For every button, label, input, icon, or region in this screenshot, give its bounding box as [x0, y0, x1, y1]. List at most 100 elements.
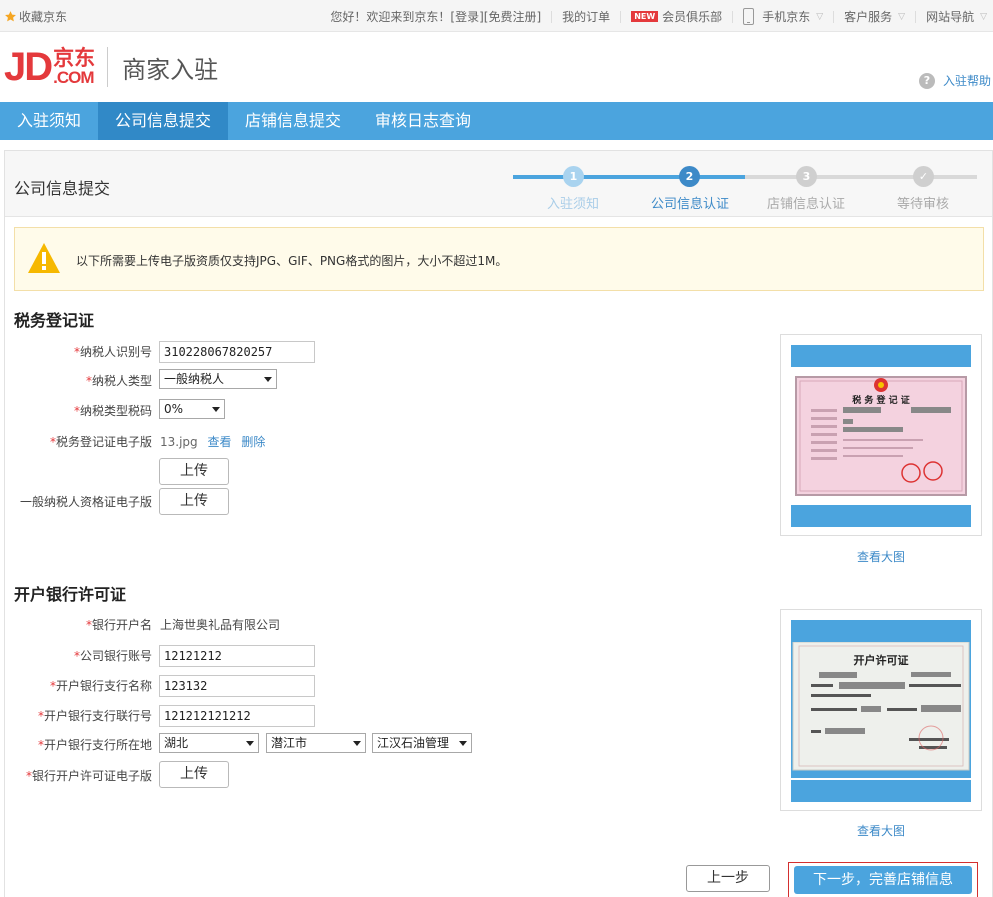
site-nav-link[interactable]: 网站导航 — [926, 8, 974, 25]
customer-service-link[interactable]: 客户服务 — [844, 8, 892, 25]
logo-cn-block: 京东 .COM — [53, 46, 96, 87]
tax-cert-file: 13.jpg 查看 删除 — [160, 433, 265, 450]
my-orders-link[interactable]: 我的订单 — [562, 8, 610, 25]
top-links: 您好！欢迎来到京东！ [登录] [免费注册] 我的订单 NEW 会员俱乐部 手机… — [330, 8, 993, 25]
step-2-label: 公司信息认证 — [650, 197, 729, 212]
welcome-text: 您好！欢迎来到京东！ — [330, 10, 451, 24]
bank-license-upload-button[interactable]: 上传 — [159, 761, 229, 788]
bank-account-no-label: *公司银行账号 — [73, 649, 152, 663]
chevron-down-icon — [212, 407, 220, 412]
bank-account-no-input[interactable]: 12121212 — [159, 645, 315, 667]
main-nav: 入驻须知 公司信息提交 店铺信息提交 审核日志查询 — [0, 102, 993, 140]
login-link[interactable]: [登录] — [450, 8, 483, 25]
top-bar: 收藏京东 您好！欢迎来到京东！ [登录] [免费注册] 我的订单 NEW 会员俱… — [0, 0, 993, 32]
tax-cert-view-large-link[interactable]: 查看大图 — [780, 548, 982, 565]
progress-stepper: 1 2 3 ✓ 入驻须知 公司信息认证 店铺信息认证 等待审核 — [513, 163, 977, 212]
previous-step-button[interactable]: 上一步 — [686, 865, 770, 892]
step-line-done — [513, 175, 745, 179]
step-2-dot: 2 — [679, 166, 700, 187]
taxpayer-type-select[interactable]: 一般纳税人 — [159, 369, 277, 389]
star-icon — [5, 11, 16, 22]
chevron-down-icon: ▽ — [816, 11, 824, 22]
jd-logo[interactable]: JD 京东 .COM 商家入驻 — [4, 44, 218, 90]
content-panel: 公司信息提交 1 2 3 ✓ 入驻须知 公司信息认证 店铺信息认证 等待审核 以… — [4, 150, 993, 897]
preview-bottom-bar — [791, 505, 971, 527]
upload-notice: 以下所需要上传电子版资质仅支持JPG、GIF、PNG格式的图片，大小不超过1M。 — [14, 227, 984, 291]
tab-notice[interactable]: 入驻须知 — [0, 102, 98, 140]
chevron-down-icon — [264, 377, 272, 382]
chevron-down-icon: ▽ — [898, 11, 906, 22]
taxpayer-id-input[interactable]: 310228067820257 — [159, 341, 315, 363]
warning-icon — [28, 243, 60, 273]
chevron-down-icon — [246, 741, 254, 746]
divider — [551, 10, 553, 23]
register-link[interactable]: [免费注册] — [484, 8, 541, 25]
tax-cert-image: 税 务 登 记 证 — [791, 367, 971, 503]
branch-code-input[interactable]: 121212121212 — [159, 705, 315, 727]
branch-code-label: *开户银行支行联行号 — [37, 709, 152, 723]
tax-cert-preview[interactable]: 税 务 登 记 证 — [780, 334, 982, 536]
bank-account-name-label: *银行开户名 — [85, 618, 152, 632]
bank-license-image: 开户许可证 — [791, 642, 971, 778]
chevron-down-icon — [459, 741, 467, 746]
tab-review-log[interactable]: 审核日志查询 — [358, 102, 488, 140]
new-badge: NEW — [631, 11, 659, 22]
tax-section-title: 税务登记证 — [14, 311, 95, 330]
phone-icon — [743, 8, 755, 25]
step-3-label: 店铺信息认证 — [766, 197, 845, 212]
chevron-down-icon: ▽ — [980, 11, 987, 22]
preview-doc-title: 开户许可证 — [854, 653, 909, 667]
next-step-highlight: 下一步，完善店铺信息 — [788, 862, 978, 897]
page-title: 商家入驻 — [122, 55, 219, 84]
panel-header: 公司信息提交 1 2 3 ✓ 入驻须知 公司信息认证 店铺信息认证 等待审核 — [5, 151, 992, 217]
tax-cert-view-link[interactable]: 查看 — [207, 435, 231, 449]
branch-name-input[interactable]: 123132 — [159, 675, 315, 697]
divider — [620, 10, 622, 23]
panel-title: 公司信息提交 — [14, 179, 111, 198]
next-step-button[interactable]: 下一步，完善店铺信息 — [794, 866, 972, 894]
general-cert-upload-button[interactable]: 上传 — [159, 488, 229, 515]
bank-license-label: *银行开户许可证电子版 — [25, 769, 152, 783]
bank-license-view-large-link[interactable]: 查看大图 — [780, 822, 982, 839]
district-select[interactable]: 江汉石油管理 — [372, 733, 472, 753]
member-club-link[interactable]: 会员俱乐部 — [662, 8, 722, 25]
help-link[interactable]: ? 入驻帮助 — [918, 72, 991, 89]
step-1-dot: 1 — [563, 166, 584, 187]
bank-section-title: 开户银行许可证 — [14, 585, 127, 604]
mobile-jd-link[interactable]: 手机京东 — [762, 8, 810, 25]
branch-location-label: *开户银行支行所在地 — [37, 738, 152, 752]
tax-cert-filename: 13.jpg — [160, 435, 198, 449]
question-icon: ? — [918, 72, 935, 89]
divider — [833, 10, 835, 23]
taxpayer-id-label: *纳税人识别号 — [73, 345, 152, 359]
notice-text: 以下所需要上传电子版资质仅支持JPG、GIF、PNG格式的图片，大小不超过1M。 — [76, 254, 508, 268]
preview-doc-title: 税 务 登 记 证 — [852, 394, 910, 406]
tab-store-info[interactable]: 店铺信息提交 — [228, 102, 358, 140]
tax-cert-upload-button[interactable]: 上传 — [159, 458, 229, 485]
divider — [732, 10, 734, 23]
tab-company-info[interactable]: 公司信息提交 — [98, 102, 229, 140]
taxpayer-type-label: *纳税人类型 — [85, 374, 152, 388]
province-select[interactable]: 湖北 — [159, 733, 259, 753]
logo-cn-text: 京东 — [53, 46, 96, 70]
favorite-label: 收藏京东 — [19, 10, 68, 24]
branch-name-label: *开户银行支行名称 — [49, 679, 152, 693]
bank-license-preview[interactable]: 开户许可证 — [780, 609, 982, 811]
logo-jd-text: JD — [4, 45, 53, 89]
preview-bottom-bar — [791, 780, 971, 802]
logo-divider — [107, 47, 109, 87]
step-4-dot: ✓ — [913, 166, 934, 187]
tax-rate-select[interactable]: 0% — [159, 399, 225, 419]
logo-com-text: .COM — [53, 68, 94, 87]
tax-cert-delete-link[interactable]: 删除 — [241, 435, 265, 449]
help-label: 入驻帮助 — [942, 74, 991, 88]
step-line-todo — [745, 175, 977, 179]
favorite-link[interactable]: 收藏京东 — [4, 8, 67, 25]
tax-rate-label: *纳税类型税码 — [73, 404, 152, 418]
preview-top-bar — [791, 620, 971, 642]
general-cert-label: 一般纳税人资格证电子版 — [19, 495, 152, 509]
bank-account-name-value: 上海世奥礼品有限公司 — [160, 618, 281, 632]
divider — [915, 10, 917, 23]
city-select[interactable]: 潜江市 — [266, 733, 366, 753]
step-3-dot: 3 — [796, 166, 817, 187]
